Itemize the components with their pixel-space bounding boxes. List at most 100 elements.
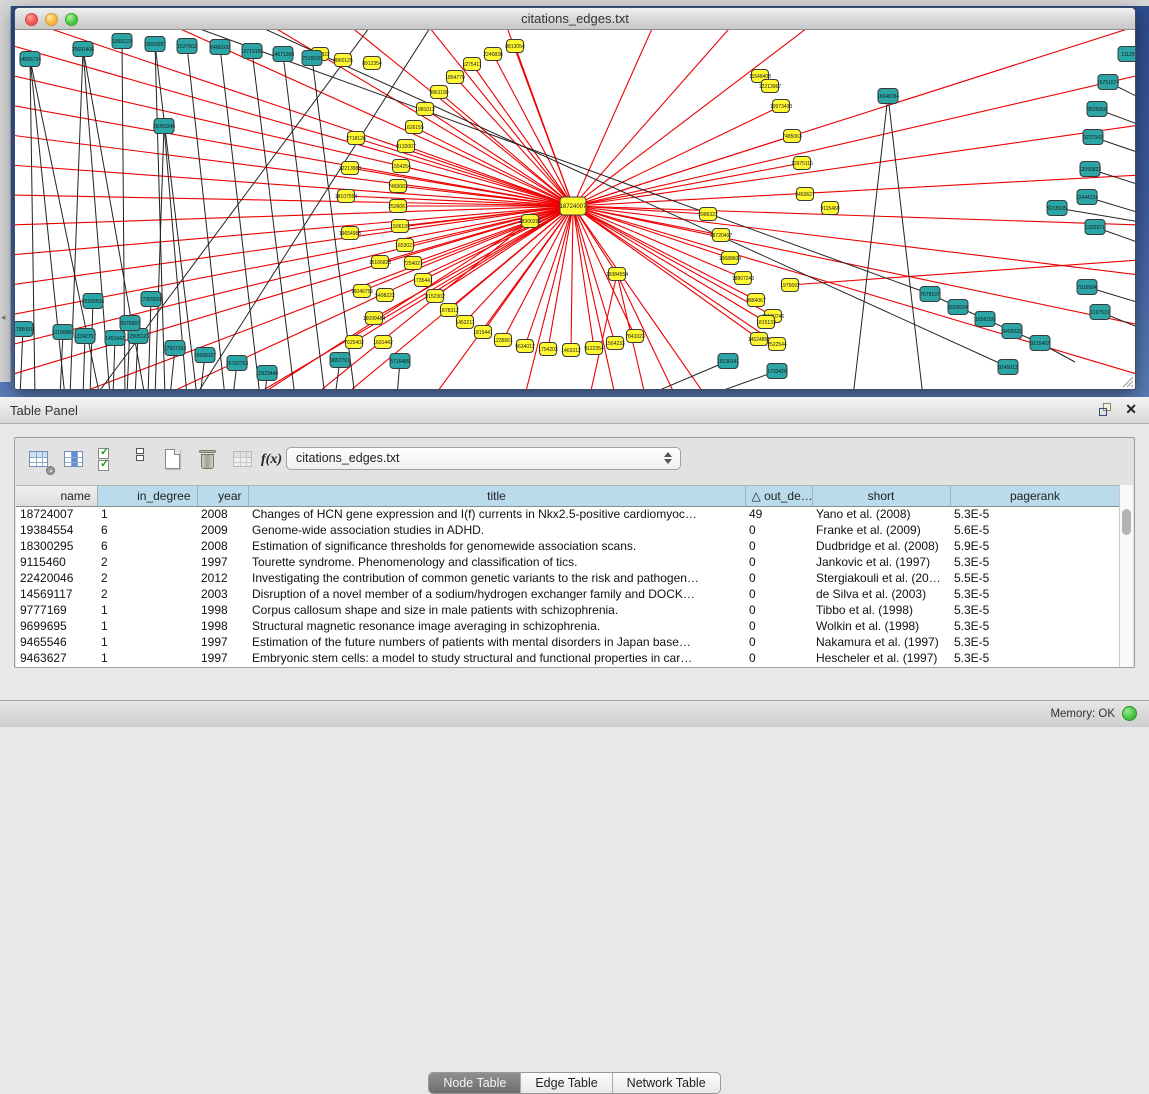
network-node[interactable]: 10653287	[144, 37, 166, 52]
network-node[interactable]: 18724007	[560, 197, 587, 215]
network-node[interactable]: 9152302	[425, 290, 445, 303]
network-node[interactable]: 9215402	[1030, 336, 1050, 351]
network-node[interactable]: 12093822	[1079, 162, 1101, 177]
network-node[interactable]: 20206506	[82, 294, 104, 309]
network-node[interactable]: 9634012	[515, 340, 535, 353]
network-node[interactable]: 12213983	[339, 162, 361, 175]
network-node[interactable]: 18107554	[335, 190, 357, 203]
tab-node-table[interactable]: Node Table	[429, 1073, 521, 1093]
network-node[interactable]: 7841023	[625, 330, 645, 343]
close-panel-icon[interactable]: ✕	[1125, 401, 1137, 418]
network-node[interactable]: 9857791	[330, 353, 350, 368]
float-panel-icon[interactable]	[1099, 403, 1113, 417]
network-node[interactable]: 1653021	[395, 239, 415, 252]
network-node[interactable]: 5498222	[375, 289, 395, 302]
network-node[interactable]: 1235561	[493, 334, 513, 347]
network-node[interactable]: 10973493	[770, 100, 792, 113]
network-node[interactable]: 9861190	[429, 86, 448, 99]
memory-status-indicator[interactable]	[1122, 706, 1137, 721]
network-node[interactable]: 7016504	[1077, 280, 1097, 295]
network-node[interactable]: 13342757	[74, 329, 96, 344]
network-node[interactable]: 9245012	[998, 360, 1018, 375]
network-node[interactable]: 9227342	[1083, 130, 1103, 145]
network-node[interactable]: 2718126	[346, 132, 366, 145]
network-node[interactable]: 1527602	[177, 39, 197, 54]
network-node[interactable]: 14671368	[272, 47, 294, 62]
network-node[interactable]: 1754203	[538, 343, 558, 356]
network-canvas[interactable]: 1872400788130542240838127541118547799861…	[15, 30, 1135, 389]
column-header-in_degree[interactable]: in_degree	[97, 486, 197, 506]
network-node[interactable]: 1785001	[15, 322, 33, 337]
table-row[interactable]: 946554611997Estimation of the future num…	[16, 634, 1120, 650]
column-header-short[interactable]: short	[812, 486, 950, 506]
network-node[interactable]: 1815132	[756, 316, 776, 329]
tab-network-table[interactable]: Network Table	[613, 1073, 720, 1093]
network-node[interactable]: 17957253	[164, 341, 186, 356]
network-node[interactable]: 12975115	[791, 157, 813, 170]
network-node[interactable]: 5716485	[390, 354, 410, 369]
network-node[interactable]: 1691442	[373, 336, 393, 349]
network-node[interactable]: 9529966	[1087, 102, 1107, 117]
column-header-name[interactable]: name	[16, 486, 97, 506]
network-node[interactable]: 1626155	[404, 121, 424, 134]
window-resize-grip[interactable]	[1120, 374, 1134, 388]
network-node[interactable]: 16046756	[351, 285, 373, 298]
function-builder-button[interactable]: f(x)	[261, 447, 287, 473]
network-node[interactable]: 1554254	[391, 160, 411, 173]
network-node[interactable]: 1451942	[105, 331, 125, 346]
table-row[interactable]: 1938455462009Genome-wide association stu…	[16, 522, 1120, 538]
network-node[interactable]: 1735441	[413, 274, 433, 287]
network-node[interactable]: 1506139	[390, 220, 410, 233]
network-node[interactable]: 9122354	[584, 342, 604, 355]
network-node[interactable]: 1656156	[975, 312, 995, 327]
window-titlebar[interactable]: citations_edges.txt	[15, 8, 1135, 30]
network-node[interactable]: 16958107	[194, 348, 216, 363]
network-node[interactable]: 15136141	[717, 354, 739, 369]
network-node[interactable]: 1463312	[561, 344, 581, 357]
network-node[interactable]: 1981012	[415, 103, 435, 116]
network-node[interactable]: 15751074	[1097, 75, 1119, 90]
network-node[interactable]: 1883123	[112, 34, 132, 49]
network-node[interactable]: 10719155	[241, 44, 263, 59]
network-node[interactable]: 12923448	[256, 366, 278, 381]
network-node[interactable]: 1452211	[455, 316, 474, 329]
network-node[interactable]: 6466160	[210, 40, 230, 55]
network-node[interactable]: 9860125	[333, 54, 353, 67]
network-node[interactable]: 16648784	[877, 89, 899, 104]
network-node[interactable]: 1275411	[462, 58, 481, 71]
network-node[interactable]: 7515526	[302, 51, 322, 66]
network-node[interactable]: 16782753	[226, 356, 248, 371]
table-row[interactable]: 1456911722003Disruption of a novel membe…	[16, 586, 1120, 602]
new-column-button[interactable]	[161, 447, 187, 473]
network-node[interactable]: 2522544	[767, 338, 787, 351]
network-node[interactable]: 9975887	[120, 316, 140, 331]
column-header-pagerank[interactable]: pagerank	[950, 486, 1120, 506]
network-node[interactable]: 7485063	[782, 130, 802, 143]
table-row[interactable]: 969969511998Structural magnetic resonanc…	[16, 618, 1120, 634]
network-node[interactable]: 1815441	[473, 326, 493, 339]
network-node[interactable]: 1878312	[439, 304, 459, 317]
network-node[interactable]: 18720407	[710, 229, 732, 242]
table-row[interactable]: 911546021997Tourette syndrome. Phenomeno…	[16, 554, 1120, 570]
network-node[interactable]: 11156889	[52, 325, 74, 340]
column-header-out_de[interactable]: △ out_de…	[745, 486, 812, 506]
unselect-all-columns-button[interactable]	[128, 447, 154, 473]
network-node[interactable]: 18807243	[732, 272, 754, 285]
table-row[interactable]: 1830029562008Estimation of significance …	[16, 538, 1120, 554]
network-node[interactable]: 9926024	[948, 300, 968, 315]
network-node[interactable]: 2240838	[483, 48, 503, 61]
vertical-scrollbar[interactable]	[1119, 485, 1133, 667]
network-node[interactable]: 11123	[1118, 47, 1135, 62]
network-node[interactable]: 1975692	[780, 279, 800, 292]
network-node[interactable]: 1854779	[445, 71, 465, 84]
table-row[interactable]: 1872400712008Changes of HCN gene express…	[16, 506, 1120, 522]
network-node[interactable]: 9884067	[746, 294, 766, 307]
delete-column-button[interactable]	[196, 447, 222, 473]
network-node[interactable]: 1733426	[767, 364, 787, 379]
network-node[interactable]: 7679197	[920, 287, 940, 302]
column-header-title[interactable]: title	[248, 486, 745, 506]
network-node[interactable]: 2986322	[698, 208, 718, 221]
table-settings-button[interactable]	[27, 447, 53, 473]
network-node[interactable]: 7625402	[344, 336, 364, 349]
network-node[interactable]: 18300295	[519, 215, 541, 228]
